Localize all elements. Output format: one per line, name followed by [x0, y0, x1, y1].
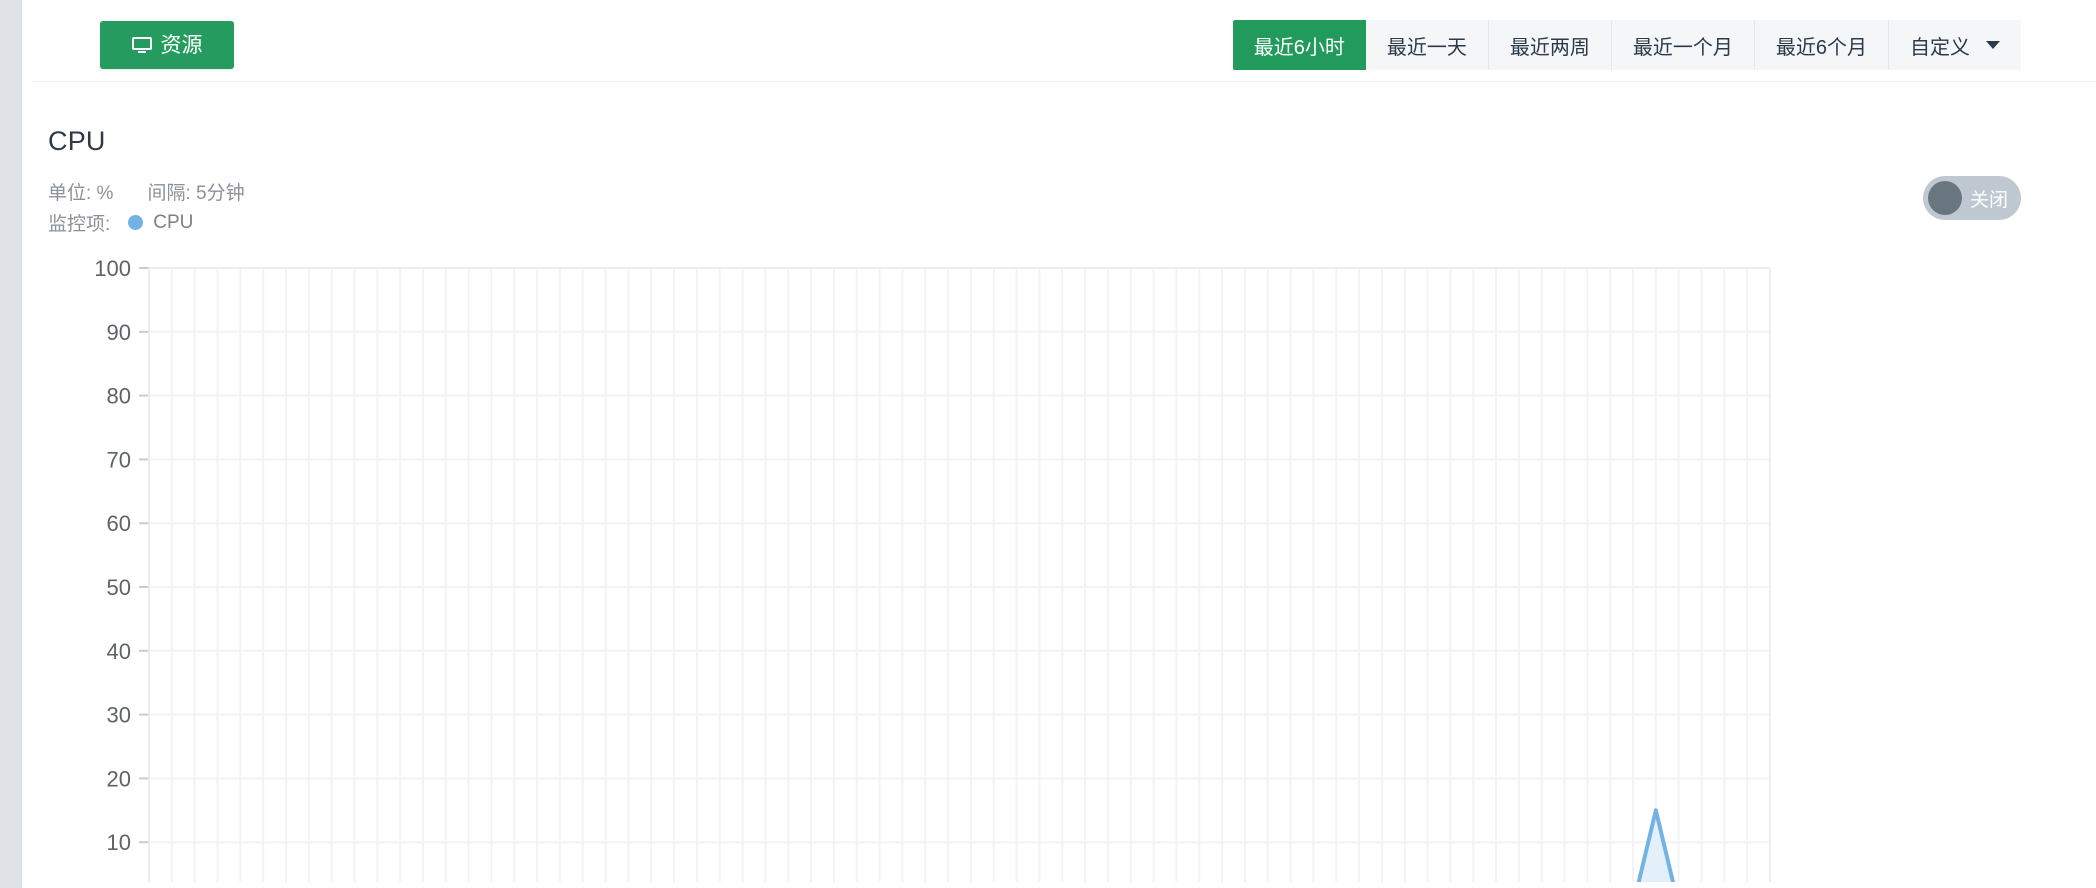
tab-last-1-day-label: 最近一天 — [1386, 36, 1467, 59]
y-axis-tick-label: 100 — [94, 256, 131, 281]
time-range-tabs: 最近6小时 最近一天 最近两周 最近一个月 最近6个月 自定义 — [1232, 20, 2021, 70]
y-axis-tick-label: 70 — [107, 447, 131, 472]
panel-left-inner-edge — [22, 0, 31, 888]
tab-last-2-weeks[interactable]: 最近两周 — [1488, 20, 1612, 70]
interval-label: 间隔: 5分钟 — [147, 183, 245, 204]
tab-last-1-month[interactable]: 最近一个月 — [1611, 20, 1755, 70]
y-axis-tick-label: 60 — [107, 511, 131, 536]
resource-button[interactable]: 资源 — [100, 21, 234, 69]
y-axis-tick-label: 80 — [107, 384, 131, 409]
legend-color-dot — [128, 215, 144, 230]
cpu-chart-card: CPU 单位: % 间隔: 5分钟 监控项: CPU 关闭 0102030405… — [31, 82, 2096, 888]
series-line-cpu — [1636, 808, 1676, 882]
tab-last-6-months-label: 最近6个月 — [1775, 36, 1867, 59]
unit-label: 单位: % — [48, 183, 114, 204]
chart-toggle-switch[interactable]: 关闭 — [1923, 176, 2021, 220]
chart-legend: 监控项: CPU — [48, 209, 193, 236]
tab-last-1-day[interactable]: 最近一天 — [1365, 20, 1489, 70]
tab-custom-range[interactable]: 自定义 — [1889, 20, 2021, 70]
series-area-cpu — [1638, 810, 1673, 882]
y-axis-tick-label: 30 — [107, 703, 131, 728]
tab-last-6-months[interactable]: 最近6个月 — [1754, 20, 1889, 70]
y-axis-tick-label: 50 — [107, 575, 131, 600]
y-axis-tick-label: 40 — [107, 639, 131, 664]
chevron-down-icon — [1986, 41, 2000, 49]
toggle-knob — [1928, 181, 1962, 215]
toggle-state-label: 关闭 — [1970, 189, 2009, 211]
y-axis-tick-label: 10 — [107, 830, 131, 855]
panel-left-edge — [0, 0, 22, 888]
resource-button-label: 资源 — [160, 33, 203, 57]
page-title: CPU — [48, 126, 106, 156]
page-header: 资源 最近6小时 最近一天 最近两周 最近一个月 最近6个月 自定义 — [31, 0, 2096, 82]
legend-series-label: CPU — [153, 211, 194, 233]
cpu-area-chart-svg[interactable]: 0102030405060708090100 — [31, 242, 2096, 882]
legend-prefix-label: 监控项: — [48, 214, 111, 235]
tab-last-6-hours-label: 最近6小时 — [1253, 36, 1345, 59]
tab-last-1-month-label: 最近一个月 — [1632, 36, 1733, 59]
cpu-chart-plot[interactable]: 0102030405060708090100 — [31, 242, 2096, 882]
tab-custom-range-label: 自定义 — [1910, 36, 1970, 59]
monitoring-page: 资源 最近6小时 最近一天 最近两周 最近一个月 最近6个月 自定义 CPU 单… — [0, 0, 2096, 888]
tab-last-6-hours[interactable]: 最近6小时 — [1232, 20, 1366, 70]
chart-meta-row: 单位: % 间隔: 5分钟 — [48, 178, 245, 205]
y-axis-tick-label: 20 — [107, 766, 131, 791]
tab-last-2-weeks-label: 最近两周 — [1509, 36, 1590, 59]
y-axis-tick-label: 90 — [107, 320, 131, 345]
monitor-icon — [131, 36, 152, 54]
